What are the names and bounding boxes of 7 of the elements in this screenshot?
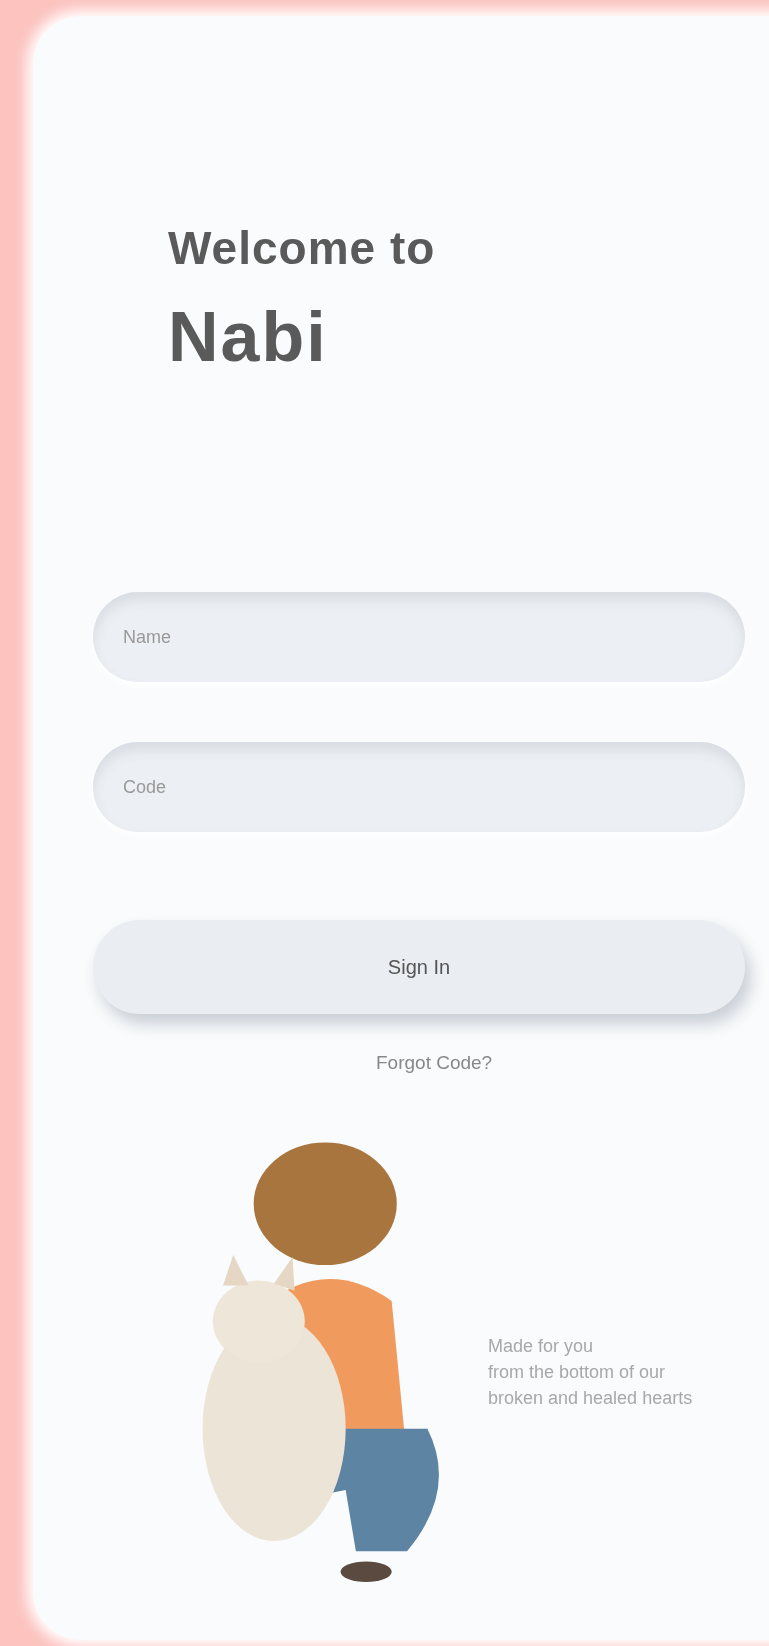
tagline-text: Made for you from the bottom of our broken and healed hearts bbox=[488, 1334, 693, 1411]
sign-in-button[interactable]: Sign In bbox=[93, 920, 745, 1014]
welcome-heading: Welcome to bbox=[168, 221, 436, 275]
app-name: Nabi bbox=[168, 297, 328, 377]
input-field[interactable]: Name bbox=[93, 592, 745, 682]
input-field[interactable]: Code bbox=[93, 742, 745, 832]
forgot-code-link[interactable]: Forgot Code? bbox=[376, 1052, 493, 1074]
